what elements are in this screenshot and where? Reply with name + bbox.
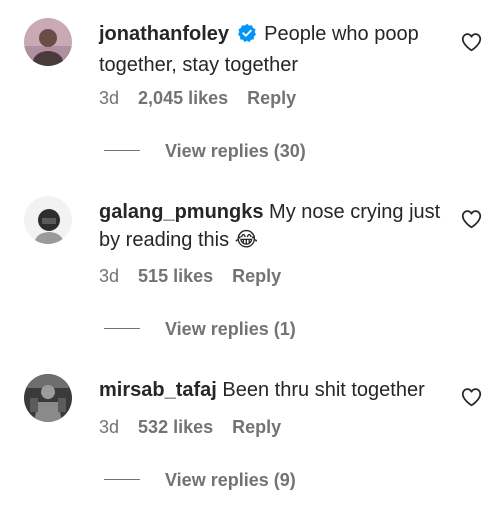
comment-time: 3d <box>99 88 120 108</box>
avatar[interactable] <box>24 18 72 66</box>
view-replies-button[interactable]: View replies (30) <box>165 140 306 162</box>
avatar[interactable] <box>24 374 72 422</box>
replies-divider <box>104 150 140 151</box>
reply-button[interactable]: Reply <box>232 417 281 437</box>
comment-meta: 3d 2,045 likes Reply <box>99 87 310 109</box>
likes-count[interactable]: 2,045 likes <box>138 88 228 108</box>
avatar[interactable] <box>24 196 72 244</box>
view-replies-button[interactable]: View replies (1) <box>165 318 296 340</box>
username[interactable]: galang_pmungks <box>99 201 263 223</box>
verified-badge-icon <box>237 23 257 51</box>
view-replies-button[interactable]: View replies (9) <box>165 469 296 491</box>
comment-time: 3d <box>99 417 120 437</box>
comment-time: 3d <box>99 266 120 286</box>
likes-count[interactable]: 515 likes <box>138 266 213 286</box>
comment-meta: 3d 515 likes Reply <box>99 265 295 287</box>
heart-outline-icon[interactable] <box>461 209 482 229</box>
likes-count[interactable]: 532 likes <box>138 417 213 437</box>
replies-divider <box>104 479 140 480</box>
comment-body: jonathanfoley People who poop together, … <box>99 20 444 79</box>
reply-button[interactable]: Reply <box>247 88 296 108</box>
comment-meta: 3d 532 likes Reply <box>99 416 295 438</box>
username[interactable]: mirsab_tafaj <box>99 379 217 401</box>
heart-outline-icon[interactable] <box>461 32 482 52</box>
comment-text: Been thru shit together <box>222 379 425 401</box>
replies-divider <box>104 328 140 329</box>
reply-button[interactable]: Reply <box>232 266 281 286</box>
comment-body: mirsab_tafaj Been thru shit together <box>99 376 444 404</box>
username[interactable]: jonathanfoley <box>99 23 229 45</box>
comment-body: galang_pmungks My nose crying just by re… <box>99 198 444 254</box>
heart-outline-icon[interactable] <box>461 387 482 407</box>
